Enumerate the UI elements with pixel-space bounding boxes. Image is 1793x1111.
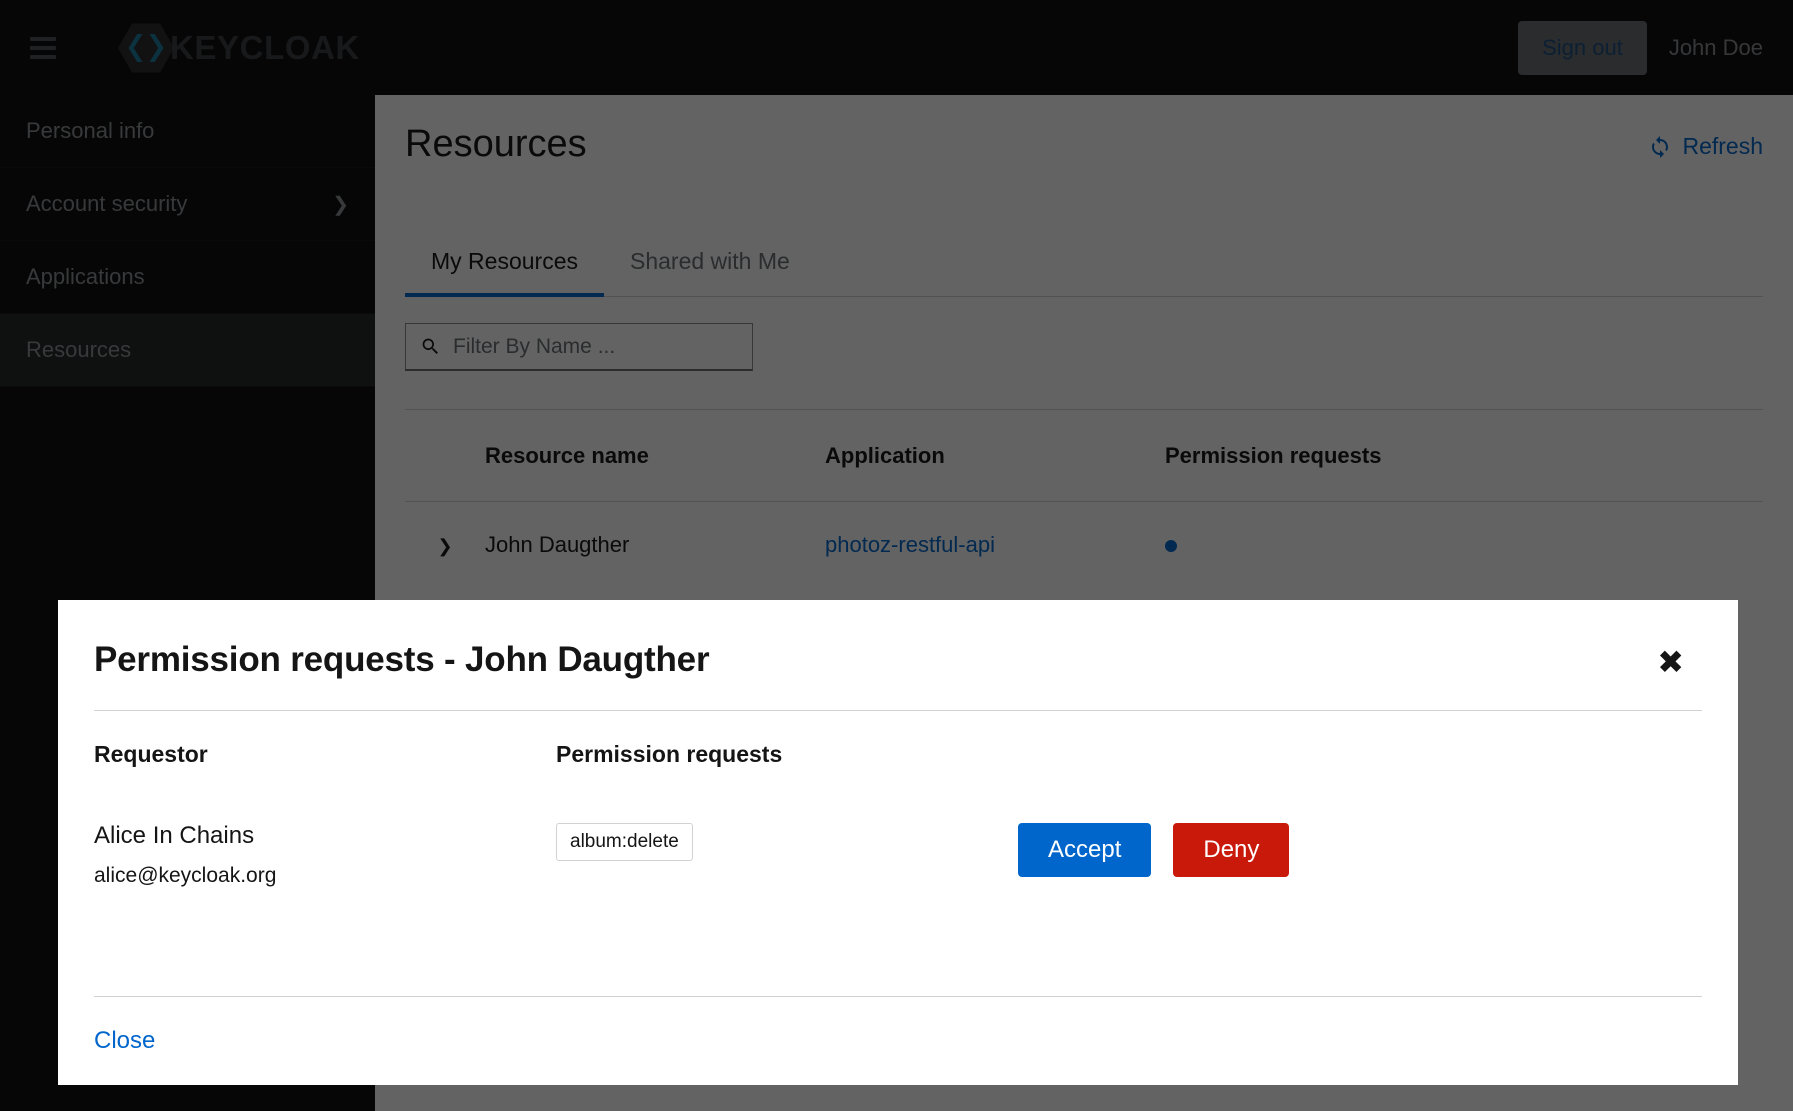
accept-button[interactable]: Accept	[1018, 823, 1151, 877]
permission-requests-modal: Permission requests - John Daugther ✖ Re…	[58, 600, 1738, 1085]
request-row: Alice In Chains alice@keycloak.org album…	[94, 797, 1702, 888]
permission-scopes-cell: album:delete	[556, 823, 1018, 861]
column-requestor: Requestor	[94, 741, 556, 768]
deny-button[interactable]: Deny	[1173, 823, 1289, 877]
requestor-name: Alice In Chains	[94, 823, 556, 848]
requests-header-row: Requestor Permission requests	[94, 711, 1702, 797]
close-icon[interactable]: ✖	[1647, 640, 1694, 684]
permission-scope-chip: album:delete	[556, 823, 693, 861]
modal-body: Requestor Permission requests Alice In C…	[58, 711, 1738, 996]
modal-footer: Close	[58, 997, 1738, 1085]
close-button[interactable]: Close	[94, 1027, 155, 1055]
requestor-cell: Alice In Chains alice@keycloak.org	[94, 823, 556, 888]
column-modal-permission-requests: Permission requests	[556, 741, 1018, 768]
modal-title: Permission requests - John Daugther	[94, 640, 709, 680]
modal-header: Permission requests - John Daugther ✖	[58, 600, 1738, 684]
request-actions: Accept Deny	[1018, 823, 1289, 877]
requestor-email: alice@keycloak.org	[94, 864, 556, 888]
app-root: Resources Refresh My Resources Shared wi…	[0, 0, 1793, 1111]
